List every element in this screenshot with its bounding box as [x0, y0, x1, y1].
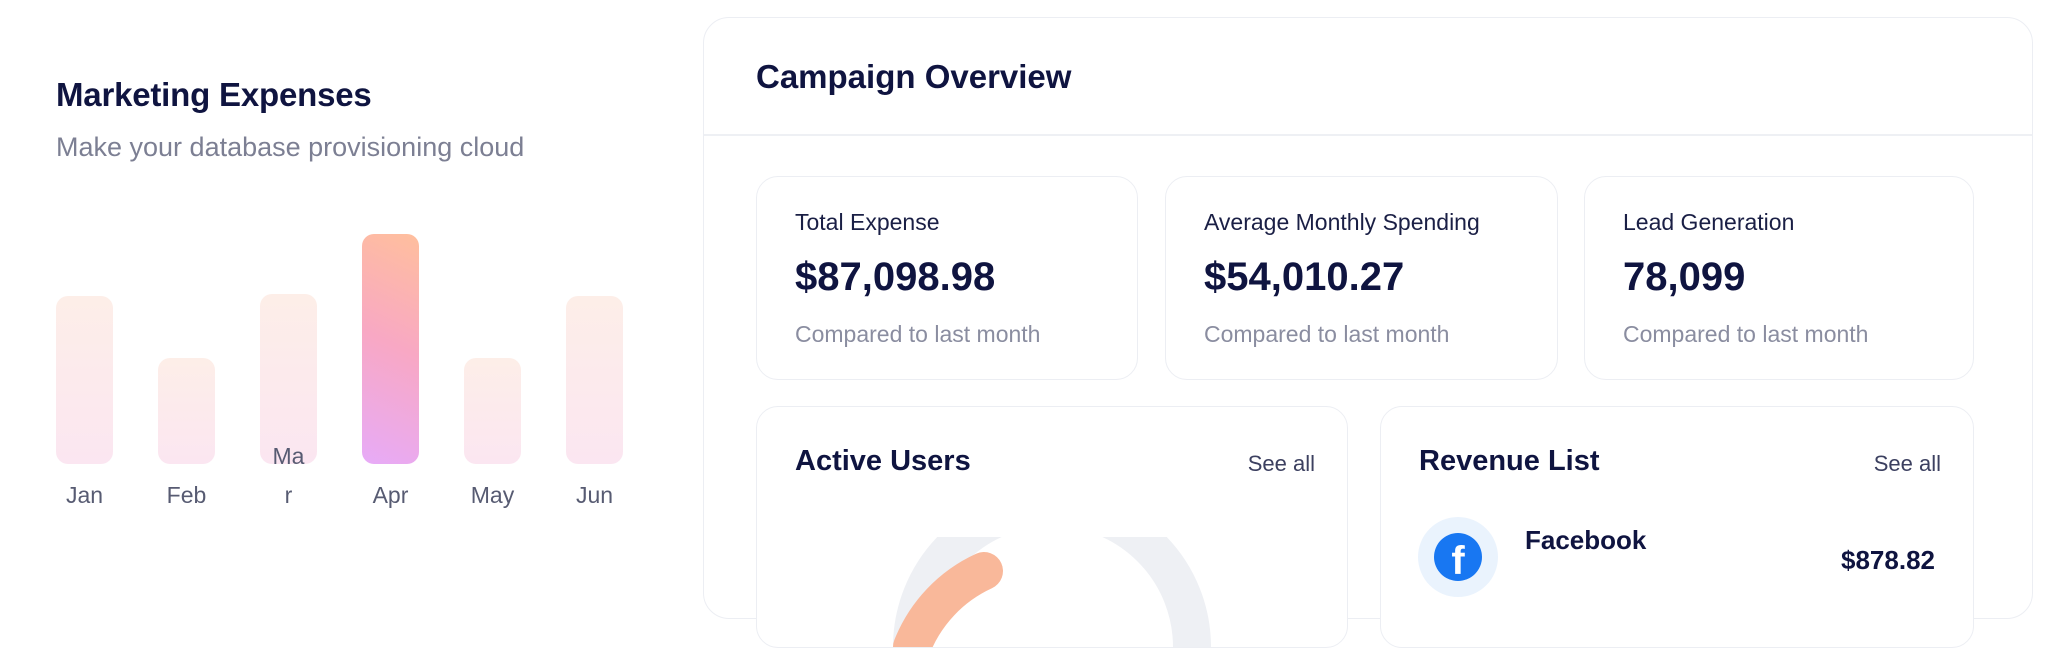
bar-label-apr: Apr	[372, 482, 409, 508]
stat-note: Compared to last month	[1623, 321, 1869, 347]
active-users-panel: Active Users See all	[756, 406, 1348, 648]
bar-feb[interactable]	[158, 358, 215, 464]
stat-label: Average Monthly Spending	[1204, 209, 1480, 235]
bar-label-may: May	[470, 482, 515, 508]
bar-label-mar: Mar	[272, 443, 305, 508]
campaign-overview-title: Campaign Overview	[756, 58, 1072, 95]
bar-label-feb: Feb	[166, 482, 207, 508]
stat-card-average-monthly-spending: Average Monthly Spending $54,010.27 Comp…	[1165, 176, 1558, 380]
stat-value: 78,099	[1623, 255, 1746, 299]
facebook-icon-badge: f	[1418, 517, 1498, 597]
facebook-icon: f	[1434, 533, 1482, 583]
stat-label: Lead Generation	[1623, 209, 1795, 235]
active-users-title: Active Users	[795, 445, 971, 477]
stat-card-lead-generation: Lead Generation 78,099 Compared to last …	[1584, 176, 1974, 380]
stat-card-total-expense: Total Expense $87,098.98 Compared to las…	[756, 176, 1138, 380]
campaign-overview-card: Campaign Overview Total Expense $87,098.…	[703, 17, 2033, 648]
revenue-item-amount: $878.82	[1841, 545, 1935, 575]
stat-value: $54,010.27	[1204, 255, 1405, 299]
revenue-see-all-link[interactable]: See all	[1874, 451, 1941, 477]
revenue-item-name: Facebook	[1525, 525, 1647, 555]
bar-jan[interactable]	[56, 296, 113, 464]
stat-label: Total Expense	[795, 209, 940, 235]
revenue-list-title: Revenue List	[1419, 445, 1600, 477]
revenue-list-panel: Revenue List See all f Facebook $878.82	[1380, 406, 1974, 648]
active-users-see-all-link[interactable]: See all	[1248, 451, 1315, 477]
bar-jun[interactable]	[566, 296, 623, 464]
bar-label-jan: Jan	[65, 482, 104, 508]
active-users-donut-chart	[893, 537, 1211, 647]
stat-value: $87,098.98	[795, 255, 996, 299]
bar-apr[interactable]	[362, 234, 419, 464]
bar-label-jun: Jun	[575, 482, 614, 508]
stat-note: Compared to last month	[795, 321, 1041, 347]
expenses-bar-chart: Jan Feb Mar Apr May Jun	[0, 0, 660, 568]
header-divider	[704, 134, 2032, 136]
stat-note: Compared to last month	[1204, 321, 1450, 347]
bar-may[interactable]	[464, 358, 521, 464]
